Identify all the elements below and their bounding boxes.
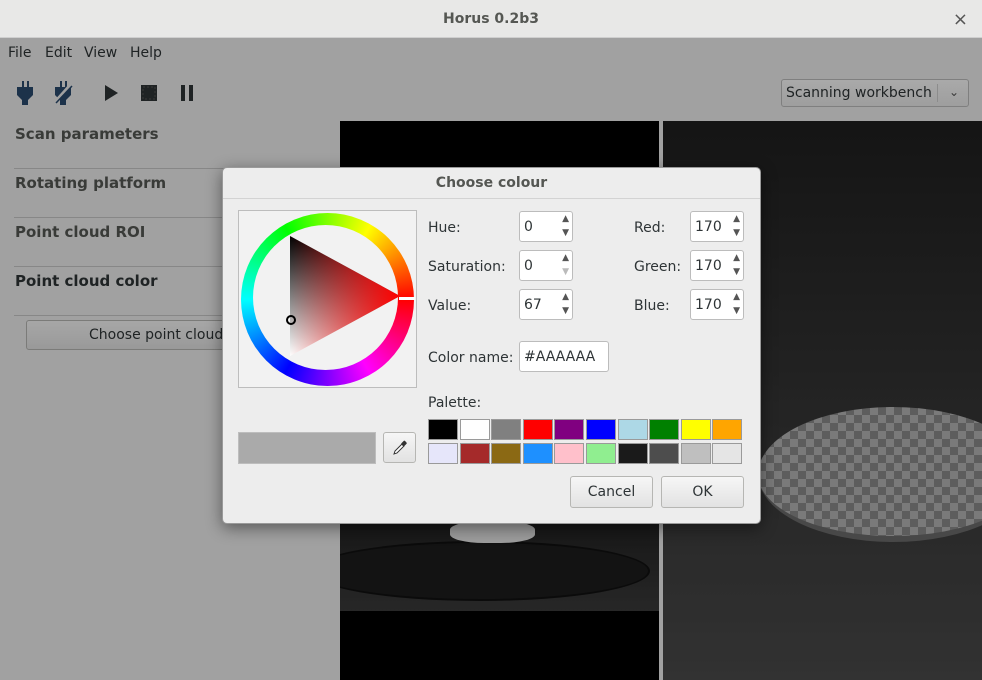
green-value: 170: [695, 258, 722, 274]
title-bar: Horus 0.2b3 ×: [0, 0, 982, 38]
palette-swatch[interactable]: [459, 443, 490, 464]
color-selector-ring[interactable]: [286, 315, 296, 325]
palette-swatch[interactable]: [428, 419, 458, 440]
palette-swatch[interactable]: [680, 443, 711, 464]
palette-swatch[interactable]: [617, 443, 648, 464]
palette-swatch[interactable]: [649, 443, 680, 464]
saturation-spin[interactable]: 0 ▲ ▼: [519, 250, 573, 281]
increment-icon[interactable]: ▲: [733, 253, 740, 263]
saturation-value: 0: [524, 258, 533, 274]
palette-swatch[interactable]: [522, 443, 553, 464]
increment-icon[interactable]: ▲: [562, 253, 569, 263]
saturation-label: Saturation:: [428, 259, 506, 275]
palette-swatch[interactable]: [649, 419, 680, 440]
value-label: Value:: [428, 298, 472, 314]
color-wheel-box: [238, 210, 417, 388]
close-icon[interactable]: ×: [953, 9, 968, 30]
palette-swatch[interactable]: [554, 419, 585, 440]
green-spin[interactable]: 170 ▲ ▼: [690, 250, 744, 281]
palette-label: Palette:: [428, 395, 482, 411]
hue-spin[interactable]: 0 ▲ ▼: [519, 211, 573, 242]
palette-swatch[interactable]: [617, 419, 648, 440]
dialog-title: Choose colour: [435, 175, 548, 191]
palette-swatch[interactable]: [712, 419, 743, 440]
palette-swatch[interactable]: [459, 419, 490, 440]
blue-label: Blue:: [634, 298, 670, 314]
decrement-icon[interactable]: ▼: [562, 306, 569, 316]
cancel-button[interactable]: Cancel: [570, 476, 653, 508]
hue-label: Hue:: [428, 220, 461, 236]
palette-swatch[interactable]: [428, 443, 458, 464]
eyedropper-button[interactable]: [383, 432, 416, 463]
green-label: Green:: [634, 259, 682, 275]
increment-icon[interactable]: ▲: [733, 292, 740, 302]
decrement-icon[interactable]: ▼: [733, 267, 740, 277]
color-preview-swatch: [238, 432, 376, 464]
hue-marker[interactable]: [399, 297, 415, 300]
palette-swatch[interactable]: [554, 443, 585, 464]
color-name-label: Color name:: [428, 350, 514, 366]
palette-swatch[interactable]: [586, 419, 616, 440]
increment-icon[interactable]: ▲: [733, 214, 740, 224]
red-label: Red:: [634, 220, 666, 236]
value-value: 67: [524, 297, 542, 313]
decrement-icon[interactable]: ▼: [733, 306, 740, 316]
increment-icon[interactable]: ▲: [562, 292, 569, 302]
blue-value: 170: [695, 297, 722, 313]
decrement-icon[interactable]: ▼: [733, 228, 740, 238]
dialog-title-divider: [223, 198, 760, 199]
color-name-value: #AAAAAA: [524, 349, 596, 365]
ok-button[interactable]: OK: [661, 476, 744, 508]
red-spin[interactable]: 170 ▲ ▼: [690, 211, 744, 242]
palette-swatch[interactable]: [586, 443, 616, 464]
red-value: 170: [695, 219, 722, 235]
color-palette: [428, 419, 746, 465]
eyedropper-icon: [392, 440, 407, 455]
ok-button-label: OK: [692, 484, 713, 500]
decrement-icon[interactable]: ▼: [562, 267, 569, 277]
saturation-value-triangle[interactable]: [290, 236, 400, 356]
palette-swatch[interactable]: [491, 443, 522, 464]
decrement-icon[interactable]: ▼: [562, 228, 569, 238]
hue-value: 0: [524, 219, 533, 235]
palette-swatch[interactable]: [680, 419, 711, 440]
color-name-input[interactable]: #AAAAAA: [519, 341, 609, 372]
palette-swatch[interactable]: [491, 419, 522, 440]
window-title: Horus 0.2b3: [443, 11, 539, 27]
palette-swatch[interactable]: [712, 443, 743, 464]
palette-swatch[interactable]: [522, 419, 553, 440]
cancel-button-label: Cancel: [587, 484, 636, 500]
blue-spin[interactable]: 170 ▲ ▼: [690, 289, 744, 320]
choose-colour-dialog: Choose colour Hue: 0 ▲ ▼ Saturation: 0 ▲…: [222, 167, 761, 524]
increment-icon[interactable]: ▲: [562, 214, 569, 224]
value-spin[interactable]: 67 ▲ ▼: [519, 289, 573, 320]
